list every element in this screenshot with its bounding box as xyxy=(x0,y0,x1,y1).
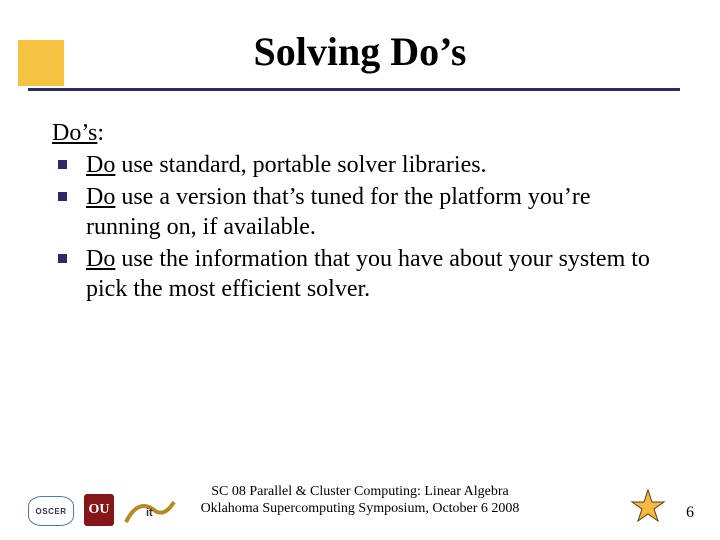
page-number: 6 xyxy=(686,504,694,522)
bullet-text: use standard, portable solver libraries. xyxy=(115,152,486,178)
star-logo xyxy=(630,488,666,524)
footer-line-1: SC 08 Parallel & Cluster Computing: Line… xyxy=(0,484,720,501)
title-underline xyxy=(28,88,680,91)
footer-text: SC 08 Parallel & Cluster Computing: Line… xyxy=(0,484,720,518)
heading-colon: : xyxy=(97,120,104,146)
list-heading: Do’s: xyxy=(52,118,670,148)
footer-line-2: Oklahoma Supercomputing Symposium, Octob… xyxy=(0,501,720,518)
bullet-do: Do xyxy=(86,152,115,178)
bullet-text: use a version that’s tuned for the platf… xyxy=(86,184,591,240)
bullet-list: Do use standard, portable solver librari… xyxy=(52,150,670,304)
list-item: Do use a version that’s tuned for the pl… xyxy=(52,182,670,242)
square-bullet-icon xyxy=(58,192,67,201)
slide-title: Solving Do’s xyxy=(0,28,720,75)
bullet-do: Do xyxy=(86,246,115,272)
list-item: Do use standard, portable solver librari… xyxy=(52,150,670,180)
footer: OSCER OU it SC 08 Parallel & Cluster Com… xyxy=(0,478,720,526)
list-item: Do use the information that you have abo… xyxy=(52,244,670,304)
square-bullet-icon xyxy=(58,254,67,263)
square-bullet-icon xyxy=(58,160,67,169)
body-content: Do’s: Do use standard, portable solver l… xyxy=(52,118,670,306)
bullet-text: use the information that you have about … xyxy=(86,246,650,302)
slide: Solving Do’s Do’s: Do use standard, port… xyxy=(0,0,720,540)
heading-do: Do’s xyxy=(52,120,97,146)
bullet-do: Do xyxy=(86,184,115,210)
